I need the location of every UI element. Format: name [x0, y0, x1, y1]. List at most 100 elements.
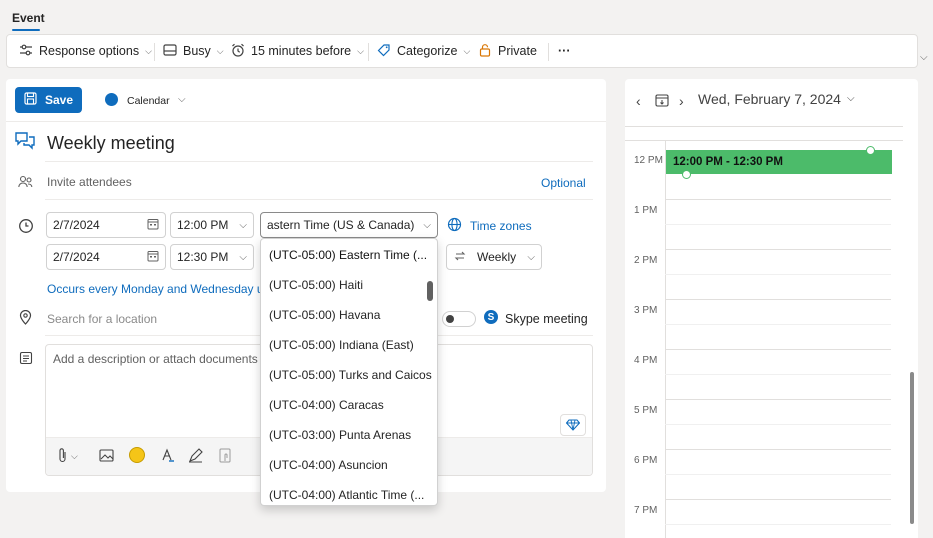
timezone-option[interactable]: (UTC-05:00) Haiti [269, 278, 363, 292]
divider [154, 43, 155, 61]
insert-picture-icon[interactable] [99, 449, 114, 465]
notes-icon [19, 351, 33, 368]
optional-attendees-link[interactable]: Optional [541, 176, 586, 190]
reminder-button[interactable]: 15 minutes before ⌵ [231, 35, 364, 67]
diamond-icon[interactable] [560, 414, 586, 436]
response-options-label: Response options [39, 44, 140, 58]
start-time-value: 12:00 PM [177, 218, 229, 232]
date-picker-button[interactable]: Wed, February 7, 2024 ⌵ [698, 91, 855, 107]
save-button[interactable]: Save [15, 87, 82, 113]
private-button[interactable]: Private [478, 35, 537, 67]
chat-bubbles-icon [14, 131, 36, 154]
end-time-value: 12:30 PM [177, 250, 229, 264]
recurrence-summary-link[interactable]: Occurs every Monday and Wednesday un [47, 282, 270, 296]
divider [45, 161, 593, 162]
time-zones-label: Time zones [470, 219, 532, 233]
invite-attendees-input[interactable]: Invite attendees [47, 175, 132, 189]
event-time-label: 12:00 PM - 12:30 PM [673, 156, 783, 168]
skype-toggle[interactable] [442, 311, 476, 327]
save-label: Save [44, 93, 74, 107]
calendar-color-dot [105, 93, 118, 106]
timezone-option[interactable]: (UTC-04:00) Asuncion [269, 458, 388, 472]
timezone-value: astern Time (US & Canada) [267, 218, 415, 232]
more-options-button[interactable]: ··· [558, 35, 571, 67]
timezone-option[interactable]: (UTC-05:00) Havana [269, 308, 380, 322]
grid-line [625, 126, 903, 127]
divider [548, 43, 549, 61]
hour-label: 6 PM [634, 455, 658, 466]
event-title-input[interactable]: Weekly meeting [47, 133, 175, 154]
description-placeholder: Add a description or attach documents [53, 352, 258, 366]
hour-label: 7 PM [634, 505, 658, 516]
hour-line [665, 299, 891, 300]
format-painter-icon[interactable] [160, 448, 175, 466]
chevron-down-icon: ⌵ [145, 45, 152, 56]
ribbon-expand-chevron-icon[interactable]: ⌵ [920, 52, 928, 63]
half-hour-line [665, 224, 891, 225]
categorize-button[interactable]: Categorize ⌵ [377, 35, 470, 67]
calendar-icon[interactable] [147, 218, 159, 233]
chevron-down-icon[interactable]: ⌵ [178, 94, 186, 105]
event-resize-handle-top[interactable] [866, 146, 875, 155]
tab-event[interactable]: Event [12, 11, 45, 25]
timezone-option[interactable]: (UTC-04:00) Caracas [269, 398, 384, 412]
response-options-button[interactable]: Response options ⌵ [19, 35, 152, 67]
hour-line [665, 399, 891, 400]
chevron-down-icon: ⌵ [71, 451, 78, 461]
timezone-option[interactable]: (UTC-05:00) Eastern Time (... [269, 248, 427, 262]
calendar-icon[interactable] [147, 250, 159, 265]
tag-icon [377, 43, 391, 60]
lock-icon [478, 43, 492, 60]
chevron-down-icon: ⌵ [463, 45, 471, 56]
emoji-icon[interactable] [129, 447, 145, 463]
timezone-select[interactable]: astern Time (US & Canada) ⌵ [260, 212, 438, 238]
half-hour-line [665, 374, 891, 375]
paperclip-icon [58, 447, 68, 466]
location-pin-icon [19, 309, 32, 328]
chevron-down-icon: ⌵ [846, 93, 855, 104]
start-date-field[interactable]: 2/7/2024 [46, 212, 166, 238]
half-hour-line [665, 524, 891, 525]
calendar-selector-label[interactable]: Calendar [127, 95, 170, 107]
dropdown-scrollbar[interactable] [427, 281, 433, 301]
calendar-event-block[interactable]: 12:00 PM - 12:30 PM [666, 150, 892, 174]
recurrence-select[interactable]: Weekly ⌵ [446, 244, 542, 270]
start-date-value: 2/7/2024 [53, 218, 100, 232]
timezone-option[interactable]: (UTC-05:00) Indiana (East) [269, 338, 414, 352]
half-hour-line [665, 474, 891, 475]
reminder-label: 15 minutes before [251, 44, 352, 58]
busy-button[interactable]: Busy ⌵ [163, 35, 224, 67]
people-icon [18, 175, 33, 192]
divider [368, 43, 369, 61]
hour-label: 4 PM [634, 355, 658, 366]
timezone-option[interactable]: (UTC-05:00) Turks and Caicos [269, 368, 432, 382]
touch-icon[interactable] [219, 448, 233, 466]
next-day-chevron-icon[interactable]: › [679, 93, 684, 109]
half-hour-line [665, 424, 891, 425]
recurrence-value: Weekly [477, 250, 517, 264]
location-search-input[interactable]: Search for a location [47, 312, 157, 326]
globe-icon [447, 217, 462, 235]
end-time-field[interactable]: 12:30 PM ⌵ [170, 244, 254, 270]
divider [6, 121, 606, 122]
calendar-scrollbar[interactable] [910, 372, 914, 524]
sliders-icon [19, 43, 33, 60]
repeat-icon [453, 250, 467, 265]
attach-button[interactable]: ⌵ [58, 447, 78, 466]
event-resize-handle-bottom[interactable] [682, 170, 691, 179]
half-hour-line [665, 324, 891, 325]
categorize-label: Categorize [397, 44, 458, 58]
half-hour-line [665, 274, 891, 275]
timezone-option[interactable]: (UTC-04:00) Atlantic Time (... [269, 488, 424, 502]
timezone-dropdown-list: (UTC-05:00) Eastern Time (... (UTC-05:00… [260, 238, 438, 506]
pen-icon[interactable] [188, 448, 203, 466]
today-icon[interactable] [655, 93, 669, 110]
grid-line [625, 140, 903, 141]
time-zones-button[interactable]: Time zones [447, 217, 532, 235]
start-time-field[interactable]: 12:00 PM ⌵ [170, 212, 254, 238]
previous-day-chevron-icon[interactable]: ‹ [636, 93, 641, 109]
timezone-option[interactable]: (UTC-03:00) Punta Arenas [269, 428, 411, 442]
image-icon [163, 43, 177, 60]
end-date-field[interactable]: 2/7/2024 [46, 244, 166, 270]
tab-bar [0, 0, 933, 34]
